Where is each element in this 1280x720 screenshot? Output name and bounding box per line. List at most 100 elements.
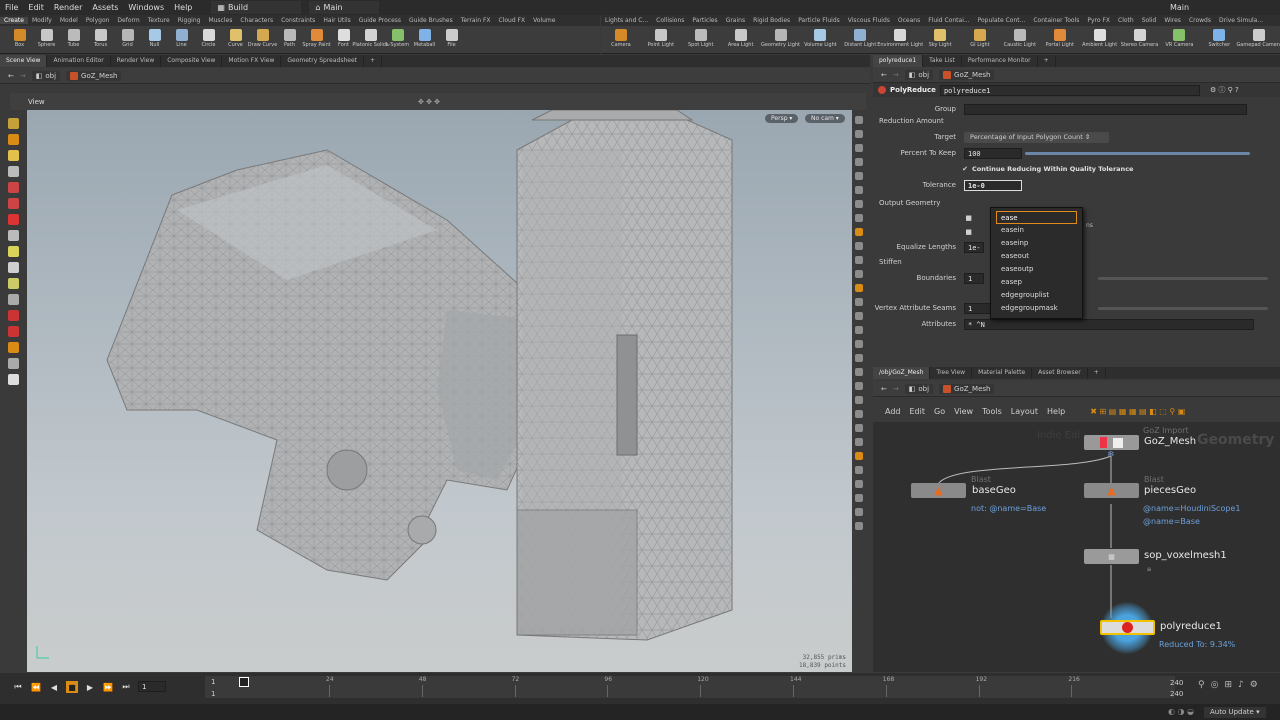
shelf-tool-metaball[interactable]: Metaball	[411, 26, 438, 48]
tool-icon-8[interactable]	[8, 246, 19, 257]
display-option-icon[interactable]	[855, 452, 863, 460]
display-option-icon[interactable]	[855, 340, 863, 348]
shelf-tab[interactable]: Oceans	[894, 17, 924, 24]
shelf-tool-box[interactable]: Box	[6, 26, 33, 48]
layers-icon[interactable]: ⊞	[1224, 680, 1232, 690]
stop-icon[interactable]: ■	[66, 681, 78, 693]
path-goz-mesh[interactable]: GoZ_Mesh	[66, 70, 122, 81]
tab-take-list[interactable]: Take List	[923, 55, 962, 67]
display-option-icon[interactable]	[855, 270, 863, 278]
playhead[interactable]	[239, 677, 249, 687]
add-tab-icon[interactable]: +	[1088, 367, 1106, 379]
display-option-icon[interactable]	[855, 228, 863, 236]
menu-windows[interactable]: Windows	[123, 3, 169, 12]
step-back-icon[interactable]: ⏪	[30, 681, 42, 693]
desktop-selector[interactable]: ▦ Build	[211, 1, 302, 14]
key-icon[interactable]: ⚲	[1198, 680, 1205, 690]
shelf-tab[interactable]: Terrain FX	[457, 17, 495, 24]
tab-composite-view[interactable]: Composite View	[161, 55, 223, 67]
check-icon[interactable]: ✔	[873, 165, 972, 173]
camera-menu[interactable]: No cam ▾	[805, 114, 845, 123]
shelf-tool-camera[interactable]: Camera	[601, 26, 641, 48]
goz-node[interactable]	[1084, 435, 1139, 450]
shelf-tab[interactable]: Guide Process	[355, 17, 405, 24]
add-tab-icon[interactable]: +	[364, 55, 383, 67]
shelf-tool-switcher[interactable]: Switcher	[1199, 26, 1239, 48]
autocomplete-item[interactable]: ease	[996, 211, 1077, 224]
shelf-tool-distant-light[interactable]: Distant Light	[840, 26, 880, 48]
shelf-tab[interactable]: Rigid Bodies	[749, 17, 794, 24]
polyreduce-node[interactable]	[1100, 620, 1155, 635]
shelf-tool-sphere[interactable]: Sphere	[33, 26, 60, 48]
shelf-tab[interactable]: Wires	[1160, 17, 1185, 24]
path-obj[interactable]: ◧ obj	[904, 383, 934, 394]
jump-start-icon[interactable]: ⏮	[12, 681, 24, 693]
shelf-tab[interactable]: Grains	[722, 17, 749, 24]
display-option-icon[interactable]	[855, 368, 863, 376]
camera-icon[interactable]: ◎	[1211, 680, 1219, 690]
shelf-tab[interactable]: Polygon	[82, 17, 114, 24]
autocomplete-item[interactable]: easeout	[991, 250, 1082, 263]
path-obj[interactable]: ◧ obj	[904, 69, 934, 80]
vertex-seams-slider[interactable]	[1098, 306, 1268, 310]
auto-update-button[interactable]: Auto Update ▾	[1204, 707, 1266, 718]
shelf-tab[interactable]: Particles	[688, 17, 721, 24]
tool-icon-10[interactable]	[8, 278, 19, 289]
shelf-tool-sky-light[interactable]: Sky Light	[920, 26, 960, 48]
tab-scene-view[interactable]: Scene View	[0, 55, 48, 67]
shelf-tool-stereo-camera[interactable]: Stereo Camera	[1120, 26, 1160, 48]
context-selector[interactable]: ⌂ Main	[309, 1, 380, 14]
tab-render-view[interactable]: Render View	[111, 55, 162, 67]
shelf-tab[interactable]: Particle Fluids	[794, 17, 844, 24]
display-option-icon[interactable]	[855, 130, 863, 138]
tab-geometry-spreadsheet[interactable]: Geometry Spreadsheet	[281, 55, 364, 67]
display-option-icon[interactable]	[855, 480, 863, 488]
equalize-field[interactable]: 1e-1	[964, 241, 984, 253]
shelf-tab[interactable]: Drive Simula...	[1215, 17, 1267, 24]
display-option-icon[interactable]	[855, 186, 863, 194]
display-option-icon[interactable]	[855, 326, 863, 334]
target-select[interactable]: Percentage of Input Polygon Count ⇕	[964, 131, 1109, 143]
shelf-tab[interactable]: Hair Utils	[319, 17, 354, 24]
shelf-tool-environment-light[interactable]: Environment Light	[877, 26, 923, 48]
tool-icon-13[interactable]	[8, 326, 19, 337]
tool-icon-9[interactable]	[8, 262, 19, 273]
shelf-tab[interactable]: Model	[56, 17, 82, 24]
shelf-tool-null[interactable]: Null	[141, 26, 168, 48]
tab-asset-browser[interactable]: Asset Browser	[1032, 367, 1088, 379]
display-option-icon[interactable]	[855, 522, 863, 530]
display-option-icon[interactable]	[855, 424, 863, 432]
tool-icon-15[interactable]	[8, 358, 19, 369]
display-option-icon[interactable]	[855, 172, 863, 180]
add-tab-icon[interactable]: +	[1038, 55, 1056, 67]
shelf-tab[interactable]: Muscles	[204, 17, 236, 24]
shelf-tool-circle[interactable]: Circle	[195, 26, 222, 48]
menu-help[interactable]: Help	[169, 3, 197, 12]
shelf-tab[interactable]: Populate Cont...	[974, 17, 1030, 24]
tool-icon-2[interactable]	[8, 150, 19, 161]
tool-icon-16[interactable]	[8, 374, 19, 385]
3d-viewport[interactable]: Persp ▾ No cam ▾ 32,855 prims 18,839 poi…	[27, 110, 852, 672]
display-option-icon[interactable]	[855, 494, 863, 502]
shelf-tab[interactable]: Create	[0, 17, 28, 24]
audio-icon[interactable]: ♪	[1238, 680, 1244, 690]
shelf-tool-gamepad-camera[interactable]: Gamepad Camera	[1236, 26, 1280, 48]
time-ruler[interactable]: 24 48 72 96 120 144 168 192 216	[205, 676, 1175, 698]
shelf-tool-draw-curve[interactable]: Draw Curve	[248, 26, 277, 48]
shelf-tab[interactable]: Cloth	[1114, 17, 1138, 24]
forward-arrow-icon[interactable]: →	[893, 385, 899, 393]
frame-field[interactable]: 1	[138, 681, 166, 692]
autocomplete-item[interactable]: edgegrouplist	[991, 289, 1082, 302]
perspective-menu[interactable]: Persp ▾	[765, 114, 799, 123]
shelf-tool-gi-light[interactable]: GI Light	[960, 26, 1000, 48]
tab-tree-view[interactable]: Tree View	[930, 367, 973, 379]
path-goz-mesh[interactable]: GoZ_Mesh	[939, 383, 995, 394]
node-name-field[interactable]: polyreduce1	[939, 84, 1200, 96]
display-option-icon[interactable]	[855, 354, 863, 362]
menu-file[interactable]: File	[0, 3, 23, 12]
autocomplete-item[interactable]: easep	[991, 276, 1082, 289]
shelf-tab[interactable]: Constraints	[277, 17, 319, 24]
attributes-field[interactable]: * ^N	[964, 318, 1254, 330]
shelf-tab[interactable]: Collisions	[652, 17, 688, 24]
path-obj[interactable]: ◧ obj	[31, 70, 61, 81]
